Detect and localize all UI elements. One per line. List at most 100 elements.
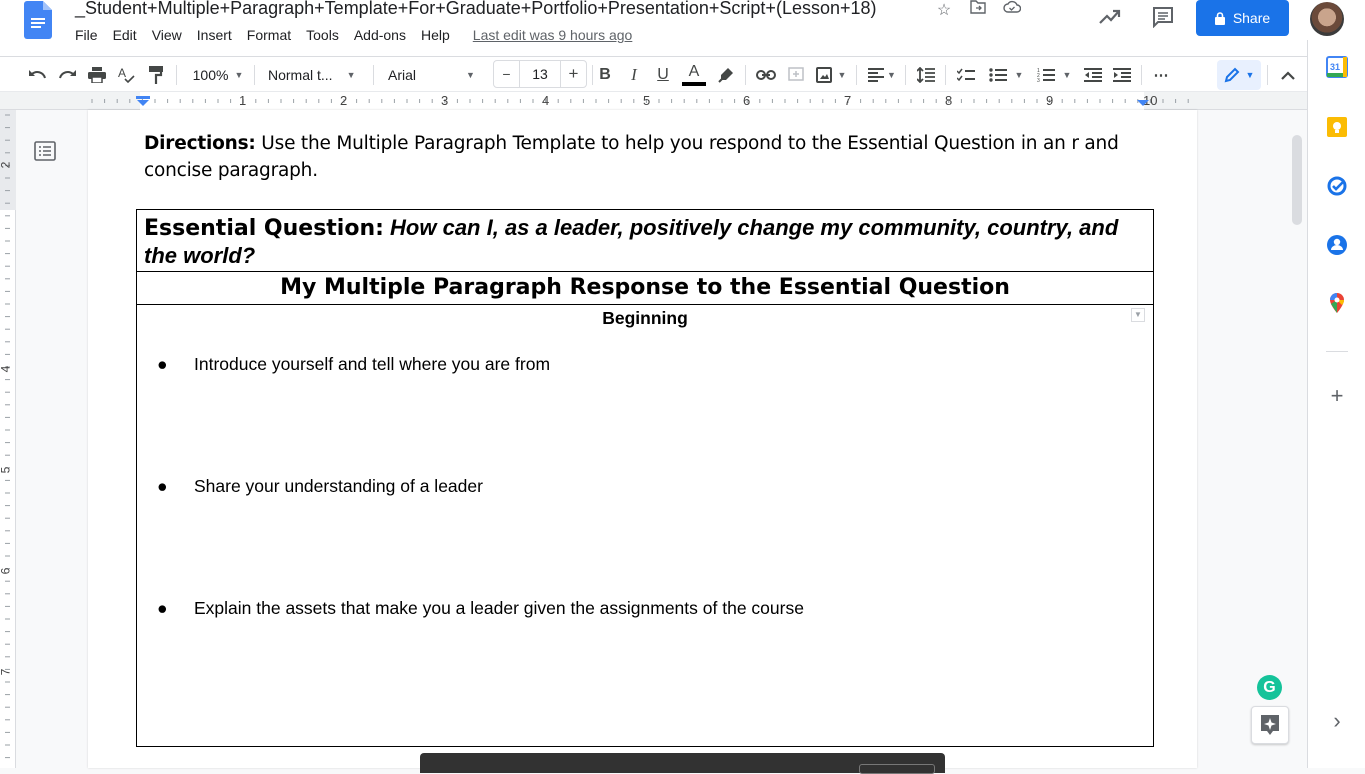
chevron-down-icon: ▼: [837, 70, 847, 80]
align-button[interactable]: ▼: [866, 62, 898, 88]
document-title[interactable]: _Student+Multiple+Paragraph+Template+For…: [75, 0, 877, 19]
paragraph-style-select[interactable]: Normal t... ▼: [268, 62, 364, 88]
text-color-button[interactable]: A: [682, 62, 706, 88]
add-comment-icon[interactable]: [785, 62, 807, 88]
vertical-ruler[interactable]: 2 4 5 6 7: [0, 110, 16, 768]
list-item-text: Introduce yourself and tell where you ar…: [194, 354, 551, 374]
snackbar-action-button[interactable]: [859, 764, 935, 774]
menu-help[interactable]: Help: [421, 27, 450, 43]
chevron-down-icon: ▼: [887, 70, 896, 80]
right-indent-marker-icon[interactable]: [1137, 96, 1149, 106]
svg-text:31: 31: [1330, 62, 1340, 72]
contacts-icon[interactable]: [1326, 234, 1348, 256]
pencil-icon: [1224, 67, 1239, 83]
bullet-icon: ●: [157, 476, 168, 496]
menu-format[interactable]: Format: [247, 27, 291, 43]
line-spacing-icon[interactable]: [915, 62, 937, 88]
hide-menus-chevron-up-icon[interactable]: [1277, 62, 1299, 88]
more-options-icon[interactable]: ⋯: [1150, 62, 1172, 88]
menu-view[interactable]: View: [152, 27, 182, 43]
redo-icon[interactable]: [57, 62, 79, 88]
star-icon[interactable]: ☆: [934, 0, 954, 20]
increase-indent-icon[interactable]: [1111, 62, 1133, 88]
ruler-number: 9: [1046, 93, 1054, 108]
menu-insert[interactable]: Insert: [197, 27, 232, 43]
response-title-cell[interactable]: My Multiple Paragraph Response to the Es…: [137, 272, 1153, 305]
italic-button[interactable]: I: [624, 62, 644, 88]
activity-dashboard-icon[interactable]: [1098, 5, 1122, 29]
directions-label: Directions:: [144, 133, 256, 154]
cell-menu-chevron-icon[interactable]: ▼: [1131, 308, 1145, 322]
list-item-text: Explain the assets that make you a leade…: [194, 598, 804, 618]
left-indent-marker-icon[interactable]: [136, 96, 150, 106]
chevron-down-icon: ▼: [1062, 70, 1072, 80]
underline-button[interactable]: U: [653, 62, 673, 88]
calendar-icon[interactable]: 31: [1326, 56, 1348, 78]
paint-format-icon[interactable]: [145, 62, 167, 88]
beginning-cell[interactable]: Beginning ▼ ● Introduce yourself and tel…: [137, 305, 1153, 746]
menu-file[interactable]: File: [75, 27, 98, 43]
ruler-number: 8: [945, 93, 953, 108]
document-outline-icon[interactable]: [34, 141, 56, 161]
highlight-color-icon[interactable]: [715, 62, 737, 88]
increase-font-size-button[interactable]: +: [560, 61, 586, 87]
undo-icon[interactable]: [26, 62, 48, 88]
ruler-number: 7: [0, 669, 12, 676]
font-family-select[interactable]: Arial ▼: [388, 62, 484, 88]
menu-addons[interactable]: Add-ons: [354, 27, 406, 43]
document-page[interactable]: Directions: Use the Multiple Paragraph T…: [88, 110, 1197, 768]
print-icon[interactable]: [86, 62, 108, 88]
bold-button[interactable]: B: [595, 62, 615, 88]
ruler-number: 4: [542, 93, 550, 108]
add-addon-icon[interactable]: +: [1326, 383, 1348, 409]
essential-question-cell[interactable]: Essential Question: How can I, as a lead…: [137, 210, 1153, 272]
template-table: Essential Question: How can I, as a lead…: [136, 209, 1154, 747]
horizontal-ruler[interactable]: 1 2 3 4 5 6 7 8 9 10: [0, 92, 1307, 110]
insert-link-icon[interactable]: [755, 62, 777, 88]
maps-icon[interactable]: [1326, 292, 1348, 314]
zoom-select[interactable]: 100% ▼: [188, 62, 248, 88]
directions-text: Use the Multiple Paragraph Template to h…: [144, 133, 1119, 181]
insert-image-button[interactable]: ▼: [814, 62, 848, 88]
last-edit-link[interactable]: Last edit was 9 hours ago: [473, 27, 633, 43]
list-item: ● Share your understanding of a leader: [157, 476, 483, 497]
explore-icon: [1261, 715, 1279, 735]
expand-panel-chevron-icon[interactable]: ›: [1326, 708, 1348, 734]
numbered-list-button[interactable]: 123 ▼: [1034, 62, 1074, 88]
cloud-saved-icon[interactable]: [1002, 0, 1022, 20]
font-size-input[interactable]: 13: [520, 61, 560, 87]
grammarly-icon[interactable]: G: [1257, 675, 1282, 700]
spellcheck-icon[interactable]: A: [115, 62, 137, 88]
account-avatar[interactable]: [1310, 2, 1344, 36]
ruler-number: 1: [239, 93, 247, 108]
checklist-icon[interactable]: [955, 62, 977, 88]
essential-question-label: Essential Question:: [144, 216, 384, 241]
numbered-list-icon: 123: [1037, 68, 1055, 83]
formatting-toolbar: A 100% ▼ Normal t... ▼ Arial ▼ − 13 + B I U…: [0, 56, 1307, 92]
bulleted-list-button[interactable]: ▼: [986, 62, 1026, 88]
chevron-down-icon: ▼: [1245, 70, 1255, 80]
menu-edit[interactable]: Edit: [113, 27, 137, 43]
decrease-indent-icon[interactable]: [1082, 62, 1104, 88]
docs-logo-icon[interactable]: [24, 1, 52, 39]
title-bar: _Student+Multiple+Paragraph+Template+For…: [0, 0, 1365, 56]
list-item-text: Share your understanding of a leader: [194, 476, 483, 496]
share-button[interactable]: Share: [1196, 0, 1289, 36]
move-to-folder-icon[interactable]: [968, 0, 988, 20]
menu-tools[interactable]: Tools: [306, 27, 339, 43]
comments-icon[interactable]: [1152, 6, 1174, 28]
side-panel-divider: [1326, 351, 1348, 352]
menu-bar: File Edit View Insert Format Tools Add-o…: [75, 27, 647, 43]
explore-button[interactable]: [1251, 706, 1289, 744]
tasks-icon[interactable]: [1326, 175, 1348, 197]
directions-paragraph[interactable]: Directions: Use the Multiple Paragraph T…: [144, 130, 1134, 184]
keep-icon[interactable]: [1326, 116, 1348, 138]
ruler-number: 2: [340, 93, 348, 108]
chevron-down-icon: ▼: [234, 70, 244, 80]
bulleted-list-icon: [988, 68, 1007, 82]
svg-text:3: 3: [1037, 78, 1040, 83]
decrease-font-size-button[interactable]: −: [494, 61, 520, 87]
vertical-scrollbar[interactable]: [1292, 135, 1302, 225]
editing-mode-button[interactable]: ▼: [1217, 60, 1261, 90]
section-title: Beginning: [602, 308, 688, 328]
